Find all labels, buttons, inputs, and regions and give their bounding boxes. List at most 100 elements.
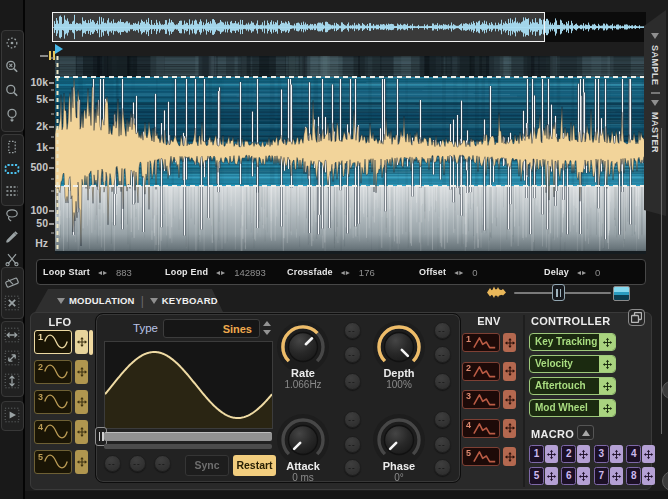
scissors-tool-button[interactable]	[2, 249, 22, 269]
knob-mod-slot[interactable]: --	[434, 436, 451, 453]
lfo-slot-2[interactable]: 2	[34, 360, 72, 384]
controller-drag-handle[interactable]	[599, 356, 615, 372]
lfo-slot-1[interactable]: 1	[34, 330, 72, 354]
loop-field-value[interactable]: 883	[116, 267, 132, 278]
type-spinner-up-icon[interactable]	[263, 321, 271, 326]
knob-mod-slot[interactable]: --	[434, 373, 451, 390]
lfo-mod-slot[interactable]: --	[104, 455, 121, 472]
controller-mod-wheel[interactable]: Mod Wheel	[529, 399, 616, 417]
macro-5[interactable]: 5	[529, 467, 558, 485]
env-slot-3[interactable]: 3	[462, 390, 500, 409]
controller-drag-handle[interactable]	[599, 400, 615, 416]
type-spinner-down-icon[interactable]	[263, 330, 271, 335]
lfo-slot-4[interactable]: 4	[34, 420, 72, 444]
env-slot-3-drag-handle[interactable]	[503, 390, 516, 409]
knob-mod-slot[interactable]: --	[344, 373, 361, 390]
lfo-mod-slot[interactable]: --	[154, 455, 171, 472]
waveform-overview[interactable]	[52, 12, 646, 42]
knob-mod-slot[interactable]: --	[434, 411, 451, 428]
lfo-slot-5-drag-handle[interactable]	[75, 450, 88, 474]
zoom-out-tool-button[interactable]	[2, 57, 22, 77]
lfo-wave-scrollbar[interactable]	[104, 432, 272, 441]
lfo-slot-3[interactable]: 3	[34, 390, 72, 414]
controller-drag-handle[interactable]	[599, 378, 615, 394]
lfo-slot-5[interactable]: 5	[34, 450, 72, 474]
macro-2[interactable]: 2	[561, 445, 590, 463]
delete-selection-tool-button[interactable]	[2, 293, 22, 313]
lfo-slot-4-drag-handle[interactable]	[75, 420, 88, 444]
nudge-arrows-icon[interactable]: ◂▸	[216, 268, 226, 277]
tab-modulation[interactable]: MODULATION	[69, 295, 135, 306]
macro-7[interactable]: 7	[594, 467, 623, 485]
adjust-tool-button[interactable]	[2, 33, 22, 53]
macro-6[interactable]: 6	[561, 467, 590, 485]
knob-mod-slot[interactable]: --	[344, 346, 361, 363]
loop-field-value[interactable]: 142893	[234, 267, 266, 278]
env-slot-2-drag-handle[interactable]	[503, 362, 516, 381]
env-slot-2[interactable]: 2	[462, 362, 500, 381]
nudge-arrows-icon[interactable]: ◂▸	[577, 268, 587, 277]
nudge-arrows-icon[interactable]: ◂▸	[98, 268, 108, 277]
loop-field-value[interactable]: 176	[359, 267, 375, 278]
lfo-slot-3-drag-handle[interactable]	[75, 390, 88, 414]
env-slot-5-drag-handle[interactable]	[503, 447, 516, 466]
knob-mod-slot[interactable]: --	[344, 322, 361, 339]
knob-mod-slot[interactable]: --	[344, 436, 361, 453]
macro-3[interactable]: 3	[594, 445, 623, 463]
macro-1[interactable]: 1	[529, 445, 558, 463]
macro-drag-handle[interactable]	[545, 445, 558, 463]
pan-tool-button[interactable]	[2, 105, 22, 125]
knob-mod-slot[interactable]: --	[344, 459, 361, 476]
env-slot-4-drag-handle[interactable]	[503, 419, 516, 438]
controller-drag-handle[interactable]	[599, 334, 615, 350]
macro-8[interactable]: 8	[626, 467, 655, 485]
shift-vertical-tool-button[interactable]	[2, 371, 22, 391]
marquee-box-tool-button[interactable]	[2, 159, 22, 179]
lfo-slot-1-drag-handle[interactable]	[75, 330, 88, 354]
macro-drag-handle[interactable]	[610, 445, 623, 463]
playhead-icon[interactable]	[55, 44, 63, 54]
tab-keyboard[interactable]: KEYBOARD	[162, 295, 218, 306]
eraser-tool-button[interactable]	[2, 271, 22, 291]
view-blend-slider-handle[interactable]	[552, 284, 565, 301]
controller-key-tracking[interactable]: Key Tracking	[529, 333, 616, 351]
nudge-arrows-icon[interactable]: ◂▸	[341, 268, 351, 277]
lfo-slot-2-drag-handle[interactable]	[75, 360, 88, 384]
lasso-tool-button[interactable]	[2, 205, 22, 225]
env-slot-4[interactable]: 4	[462, 419, 500, 438]
knob-mod-slot[interactable]: --	[434, 459, 451, 476]
marquee-vertical-tool-button[interactable]	[2, 137, 22, 157]
nudge-arrows-icon[interactable]: ◂▸	[454, 268, 464, 277]
lfo-wave-scrollbar-2[interactable]	[104, 444, 272, 449]
knob-mod-slot[interactable]: --	[434, 322, 451, 339]
macro-drag-handle[interactable]	[610, 467, 623, 485]
spectrogram-waveform-display[interactable]	[55, 56, 646, 254]
knob-mod-slot[interactable]: --	[434, 346, 451, 363]
macro-drag-handle[interactable]	[642, 467, 655, 485]
controller-velocity[interactable]: Velocity	[529, 355, 616, 373]
lfo-type-dropdown[interactable]: Sines	[163, 319, 260, 338]
macro-drag-handle[interactable]	[577, 467, 590, 485]
macro-drag-handle[interactable]	[642, 445, 655, 463]
shift-free-tool-button[interactable]	[2, 348, 22, 368]
macro-drag-handle[interactable]	[577, 445, 590, 463]
macro-4[interactable]: 4	[626, 445, 655, 463]
env-slot-1-drag-handle[interactable]	[503, 333, 516, 352]
brush-tool-button[interactable]	[2, 227, 22, 247]
waveform-view-icon[interactable]	[486, 285, 507, 300]
tab-master[interactable]: MASTER	[650, 112, 660, 153]
controller-aftertouch[interactable]: Aftertouch	[529, 377, 616, 395]
shift-horizontal-tool-button[interactable]	[2, 325, 22, 345]
macro-collapse-button[interactable]	[577, 425, 594, 440]
zoom-in-tool-button[interactable]	[2, 81, 22, 101]
loop-field-value[interactable]: 0	[595, 267, 600, 278]
sync-button[interactable]: Sync	[185, 455, 229, 476]
macro-drag-handle[interactable]	[545, 467, 558, 485]
marquee-rows-tool-button[interactable]	[2, 181, 22, 201]
lfo-mod-slot[interactable]: --	[129, 455, 146, 472]
loop-field-value[interactable]: 0	[472, 267, 477, 278]
play-selection-tool-button[interactable]	[2, 405, 22, 425]
knob-mod-slot[interactable]: --	[344, 411, 361, 428]
env-slot-5[interactable]: 5	[462, 447, 500, 466]
copy-button[interactable]	[628, 309, 645, 326]
